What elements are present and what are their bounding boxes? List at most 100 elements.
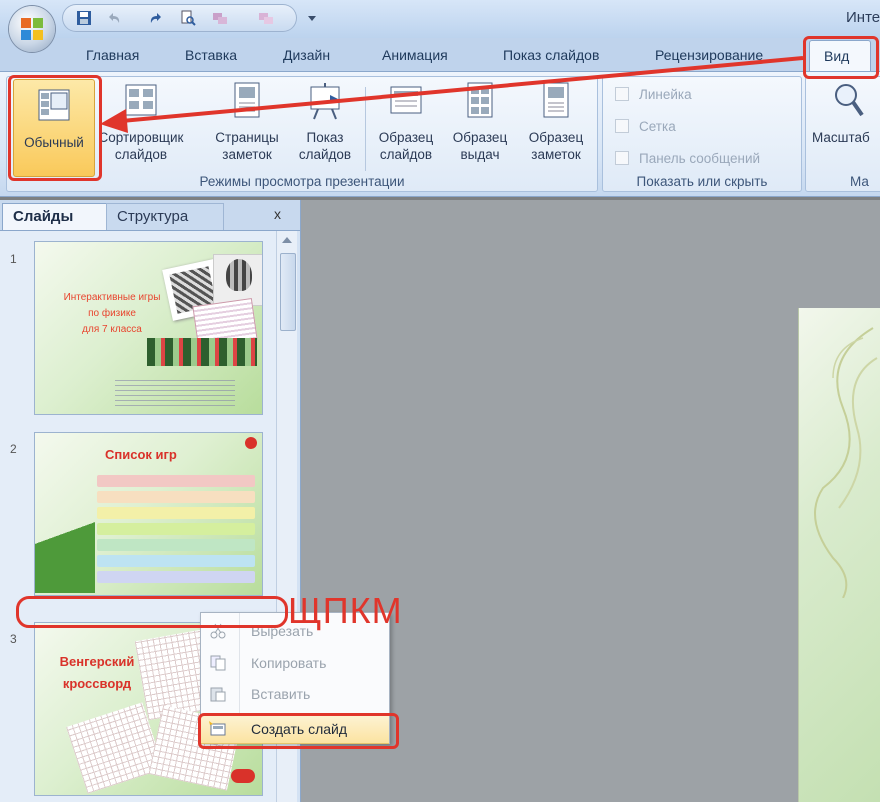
handout-master-icon xyxy=(467,82,493,118)
window-title: Инте xyxy=(846,9,880,26)
slide-1-title-line-2: по физике xyxy=(88,308,136,319)
slideshow-label-2: слайдов xyxy=(298,147,352,162)
slide-2-list-bar xyxy=(97,539,255,551)
tab-review[interactable]: Рецензирование xyxy=(655,47,763,63)
slide-ornament xyxy=(814,327,878,598)
zoom-magnifier-icon xyxy=(835,84,864,117)
ribbon-tabs: Главная Вставка Дизайн Анимация Показ сл… xyxy=(0,38,880,72)
slide-sorter-label-2: слайдов xyxy=(114,147,168,162)
scroll-thumb[interactable] xyxy=(280,253,296,331)
tab-animation[interactable]: Анимация xyxy=(382,47,448,63)
ruler-checkbox[interactable]: Линейка xyxy=(615,87,692,102)
slide-2-triangle xyxy=(35,473,95,593)
slide-thumbnail-2[interactable]: Список игр xyxy=(34,432,263,596)
ruler-checkbox-box xyxy=(615,87,629,101)
tab-outline[interactable]: Структура xyxy=(106,203,224,230)
office-button[interactable] xyxy=(9,6,55,52)
menu-item-paste-label: Вставить xyxy=(251,686,311,702)
message-bar-checkbox-box xyxy=(615,151,629,165)
notes-page-label-1: Страницы xyxy=(215,130,279,145)
slide-2-list-bar xyxy=(97,555,255,567)
save-icon[interactable] xyxy=(76,10,92,26)
slide-sorter-button[interactable]: Сортировщик слайдов xyxy=(97,81,185,163)
grid-checkbox[interactable]: Сетка xyxy=(615,119,676,134)
zoom-group-label: Ма xyxy=(850,174,869,189)
zoom-group: Масштаб Ма xyxy=(805,76,880,192)
paste-icon xyxy=(210,687,226,702)
menu-item-copy[interactable]: Копировать xyxy=(201,649,389,677)
group-divider xyxy=(365,87,366,171)
slide-2-title: Список игр xyxy=(105,447,177,462)
customize-dropdown-icon[interactable] xyxy=(308,16,316,22)
menu-item-paste[interactable]: Вставить xyxy=(201,680,389,708)
tab-insert[interactable]: Вставка xyxy=(185,47,237,63)
zoom-label: Масштаб xyxy=(812,130,870,145)
annotation-label: ЩПКМ xyxy=(288,590,403,631)
slide-1-author-text xyxy=(115,380,235,406)
zoom-button[interactable]: Масштаб xyxy=(812,81,880,146)
message-bar-label: Панель сообщений xyxy=(639,151,761,166)
current-slide-preview[interactable] xyxy=(798,308,880,802)
office-logo-icon xyxy=(21,18,43,40)
slide-1-image-row xyxy=(147,338,257,366)
notes-page-button[interactable]: Страницы заметок xyxy=(207,81,287,163)
tab-home[interactable]: Главная xyxy=(86,47,139,63)
slideshow-button[interactable]: Показ слайдов xyxy=(290,81,360,163)
slide-master-icon xyxy=(390,86,422,114)
slide-1-image-balloon xyxy=(213,254,262,306)
slide-3-nav-icon xyxy=(231,769,255,783)
slide-1-title: Интерактивные игры по физике для 7 класс… xyxy=(47,290,177,338)
slide-number: 2 xyxy=(10,442,17,456)
slide-number: 3 xyxy=(10,632,17,646)
grid-label: Сетка xyxy=(639,119,676,134)
print-preview-icon[interactable] xyxy=(180,10,196,26)
slide-thumbnail-1[interactable]: Интерактивные игры по физике для 7 класс… xyxy=(34,241,263,415)
message-bar-checkbox[interactable]: Панель сообщений xyxy=(615,151,760,166)
title-bar: Инте xyxy=(0,0,880,38)
notes-master-icon xyxy=(543,82,569,118)
slide-master-label-1: Образец xyxy=(378,130,434,145)
tab-slideshow[interactable]: Показ слайдов xyxy=(503,47,599,63)
slideshow-label-1: Показ xyxy=(306,130,344,145)
ruler-label: Линейка xyxy=(639,87,692,102)
slide-2-list-bar xyxy=(97,475,255,487)
slide-master-label-2: слайдов xyxy=(379,147,433,162)
tab-design[interactable]: Дизайн xyxy=(283,47,330,63)
slides-icon[interactable] xyxy=(258,10,274,26)
slide-sorter-label-1: Сортировщик xyxy=(98,130,184,145)
slide-2-list-bar xyxy=(97,491,255,503)
handout-master-label-1: Образец xyxy=(452,130,508,145)
slide-number: 1 xyxy=(10,252,17,266)
notes-master-label-1: Образец xyxy=(528,130,584,145)
tab-slides[interactable]: Слайды xyxy=(2,203,108,230)
undo-icon[interactable] xyxy=(106,10,122,26)
scroll-up-icon[interactable] xyxy=(282,237,292,243)
slide-2-list-bar xyxy=(97,523,255,535)
slide-2-list-bar xyxy=(97,507,255,519)
show-hide-group: Линейка Сетка Панель сообщений Показать … xyxy=(602,76,802,192)
notes-page-icon xyxy=(234,82,260,118)
slide-3-title-line-2: кроссворд xyxy=(62,676,132,691)
highlight-normal-button xyxy=(8,75,102,181)
quick-access-toolbar xyxy=(62,4,316,32)
show-hide-group-label: Показать или скрыть xyxy=(636,174,768,189)
notes-master-button[interactable]: Образец заметок xyxy=(519,81,593,163)
menu-item-copy-label: Копировать xyxy=(251,655,327,671)
slide-1-title-line-1: Интерактивные игры xyxy=(63,292,161,303)
slide-2-list-bar xyxy=(97,571,255,583)
panel-close-icon[interactable]: x xyxy=(274,206,281,222)
slide-sorter-icon xyxy=(125,84,157,116)
slide-3-title-line-1: Венгерский xyxy=(59,654,135,669)
highlight-click-area xyxy=(16,596,288,628)
redo-icon[interactable] xyxy=(148,10,164,26)
handout-master-label-2: выдач xyxy=(460,147,500,162)
slide-master-button[interactable]: Образец слайдов xyxy=(371,81,441,163)
panel-tabs: Слайды Структура x xyxy=(0,200,300,231)
highlight-new-slide xyxy=(198,713,399,749)
slide-icon[interactable] xyxy=(212,10,228,26)
highlight-view-tab xyxy=(803,36,879,79)
notes-page-label-2: заметок xyxy=(222,147,272,162)
slide-3-title: Венгерский кроссворд xyxy=(47,651,147,695)
grid-checkbox-box xyxy=(615,119,629,133)
handout-master-button[interactable]: Образец выдач xyxy=(445,81,515,163)
